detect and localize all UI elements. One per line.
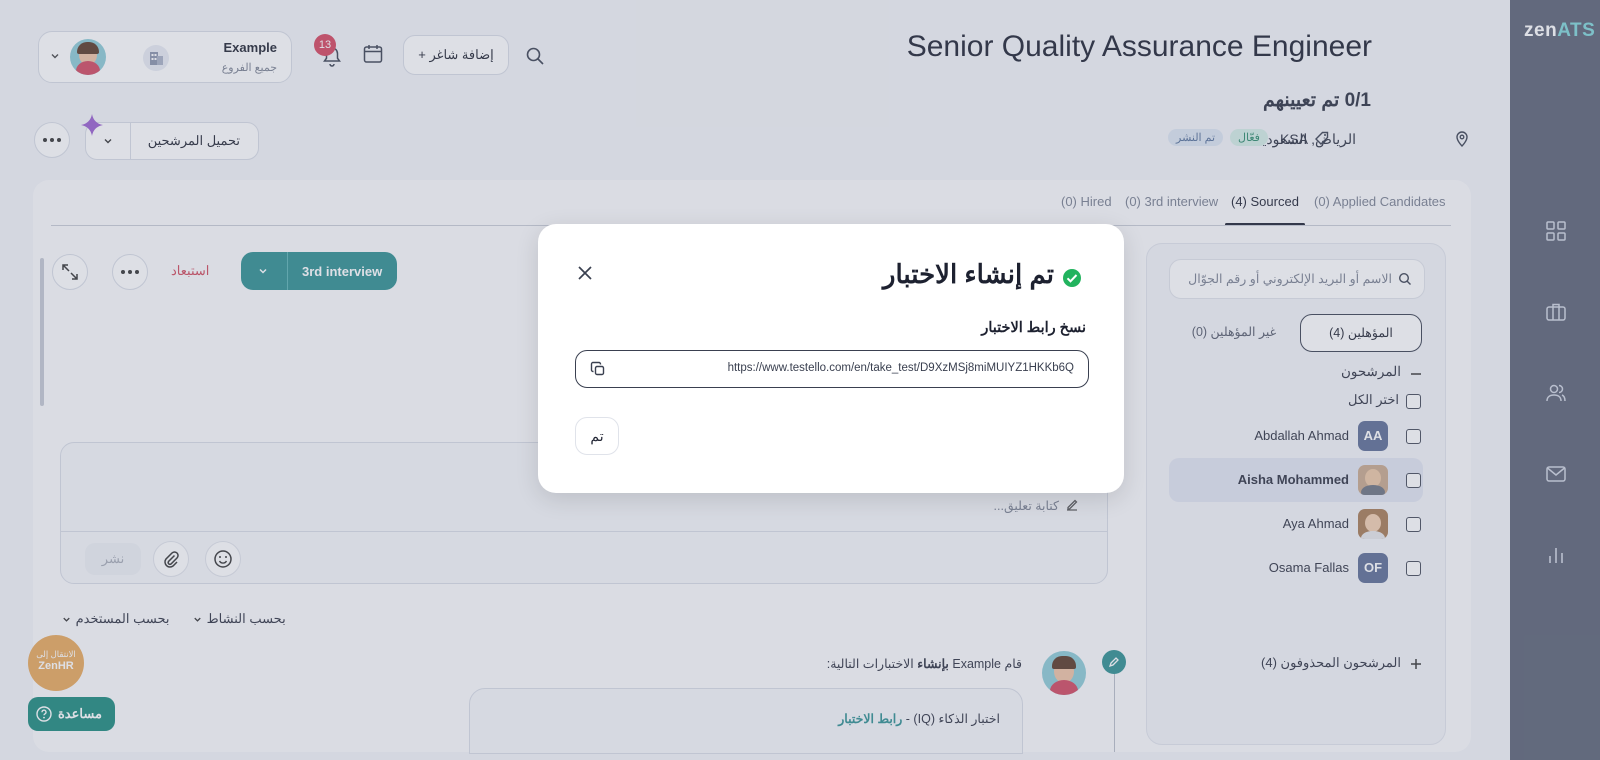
test-link-url: https://www.testello.com/en/take_test/D9… (727, 362, 1074, 374)
done-button[interactable]: تم (575, 417, 619, 455)
modal-title: تم إنشاء الاختبار (882, 259, 1054, 289)
success-check-icon (1062, 268, 1082, 288)
test-link-field[interactable]: https://www.testello.com/en/take_test/D9… (575, 350, 1089, 388)
test-created-modal: تم إنشاء الاختبار نسخ رابط الاختبار http… (538, 224, 1124, 493)
copy-icon[interactable] (590, 361, 606, 377)
copy-link-label: نسخ رابط الاختبار (981, 320, 1086, 336)
close-icon[interactable] (576, 264, 594, 282)
